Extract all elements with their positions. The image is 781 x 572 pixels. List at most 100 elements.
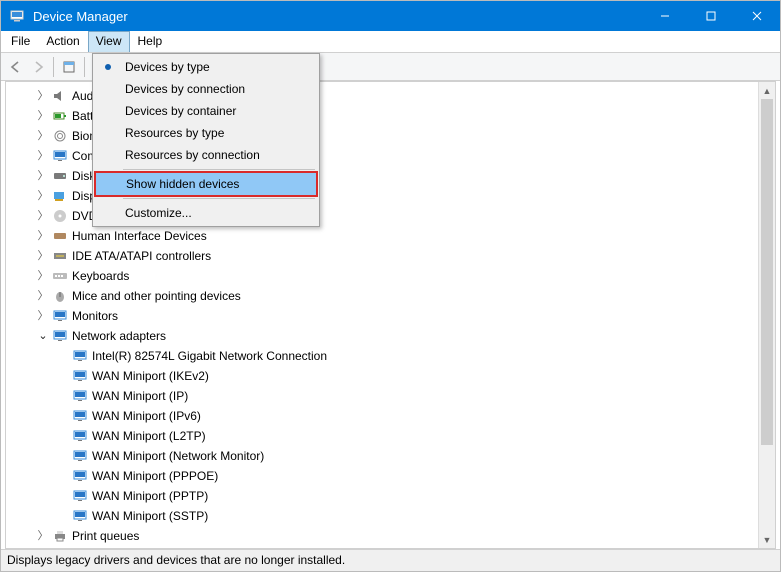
speaker-icon: [52, 88, 68, 104]
network-adapter-icon: [72, 388, 88, 404]
expander-icon[interactable]: 〉: [36, 226, 50, 246]
expander-icon[interactable]: 〉: [36, 106, 50, 126]
network-icon: [52, 328, 68, 344]
scroll-up-button[interactable]: ▲: [759, 82, 775, 99]
tree-label: IDE ATA/ATAPI controllers: [72, 246, 211, 266]
tree-node-ide[interactable]: 〉 IDE ATA/ATAPI controllers: [12, 246, 775, 266]
tree-label: WAN Miniport (SSTP): [92, 506, 208, 526]
expander-icon[interactable]: 〉: [36, 146, 50, 166]
tree-node-network-child[interactable]: ·WAN Miniport (SSTP): [12, 506, 775, 526]
menu-bar: File Action View Help: [1, 31, 780, 53]
tree-node-hid[interactable]: 〉 Human Interface Devices: [12, 226, 775, 246]
menu-item-label: Customize...: [125, 206, 192, 220]
menu-item-label: Devices by type: [125, 60, 210, 74]
tree-node-network-child[interactable]: ·WAN Miniport (PPPOE): [12, 466, 775, 486]
tree-node-network-adapters[interactable]: ⌄ Network adapters: [12, 326, 775, 346]
network-adapter-icon: [72, 408, 88, 424]
menu-help[interactable]: Help: [130, 31, 171, 52]
tree-label: WAN Miniport (IPv6): [92, 406, 201, 426]
tree-node-network-child[interactable]: ·WAN Miniport (IKEv2): [12, 366, 775, 386]
keyboard-icon: [52, 268, 68, 284]
tree-label: Intel(R) 82574L Gigabit Network Connecti…: [92, 346, 327, 366]
tree-node-monitors[interactable]: 〉 Monitors: [12, 306, 775, 326]
expander-icon[interactable]: 〉: [36, 526, 50, 546]
menu-devices-by-type[interactable]: Devices by type: [95, 56, 317, 78]
menu-resources-by-connection[interactable]: Resources by connection: [95, 144, 317, 166]
tree-label: WAN Miniport (IKEv2): [92, 366, 209, 386]
window-title: Device Manager: [33, 9, 642, 24]
tree-label: WAN Miniport (IP): [92, 386, 188, 406]
tree-label: Human Interface Devices: [72, 226, 207, 246]
expander-icon[interactable]: 〉: [36, 166, 50, 186]
menu-item-label: Resources by type: [125, 126, 224, 140]
expander-icon[interactable]: 〉: [36, 286, 50, 306]
toolbar-separator: [84, 57, 85, 77]
disc-icon: [52, 208, 68, 224]
expander-icon[interactable]: 〉: [36, 186, 50, 206]
expander-icon[interactable]: 〉: [36, 206, 50, 226]
tree-node-print-queues[interactable]: 〉 Print queues: [12, 526, 775, 546]
battery-icon: [52, 108, 68, 124]
tree-label: Network adapters: [72, 326, 166, 346]
tree-label: Keyboards: [72, 266, 129, 286]
hid-icon: [52, 228, 68, 244]
tree-node-network-child[interactable]: ·WAN Miniport (L2TP): [12, 426, 775, 446]
scroll-thumb[interactable]: [761, 99, 773, 445]
network-adapter-icon: [72, 468, 88, 484]
tree-node-network-child[interactable]: ·Intel(R) 82574L Gigabit Network Connect…: [12, 346, 775, 366]
window-controls: [642, 1, 780, 31]
controller-icon: [52, 248, 68, 264]
expander-icon[interactable]: 〉: [36, 86, 50, 106]
menu-show-hidden-devices[interactable]: Show hidden devices: [94, 171, 318, 197]
expander-icon[interactable]: 〉: [36, 246, 50, 266]
tree-node-network-child[interactable]: ·WAN Miniport (Network Monitor): [12, 446, 775, 466]
network-adapter-icon: [72, 428, 88, 444]
properties-button[interactable]: [58, 56, 80, 78]
scroll-track[interactable]: [759, 99, 775, 531]
network-adapter-icon: [72, 448, 88, 464]
printer-icon: [52, 528, 68, 544]
menu-action[interactable]: Action: [38, 31, 87, 52]
expander-icon[interactable]: 〉: [36, 306, 50, 326]
selected-indicator-icon: [105, 64, 111, 70]
menu-item-label: Resources by connection: [125, 148, 260, 162]
tree-node-network-child[interactable]: ·WAN Miniport (PPTP): [12, 486, 775, 506]
menu-file[interactable]: File: [3, 31, 38, 52]
tree-label: Monitors: [72, 306, 118, 326]
expander-icon[interactable]: 〉: [36, 126, 50, 146]
tree-label: Print queues: [72, 526, 139, 546]
monitor-icon: [52, 148, 68, 164]
tree-label: WAN Miniport (PPTP): [92, 486, 208, 506]
network-adapter-icon: [72, 508, 88, 524]
network-adapter-icon: [72, 488, 88, 504]
expander-icon[interactable]: 〉: [36, 266, 50, 286]
disk-icon: [52, 168, 68, 184]
network-adapter-icon: [72, 348, 88, 364]
tree-node-keyboards[interactable]: 〉 Keyboards: [12, 266, 775, 286]
close-button[interactable]: [734, 1, 780, 31]
status-bar: Displays legacy drivers and devices that…: [1, 549, 780, 571]
maximize-button[interactable]: [688, 1, 734, 31]
forward-button[interactable]: [27, 56, 49, 78]
scroll-down-button[interactable]: ▼: [759, 531, 775, 548]
menu-separator: [123, 169, 315, 170]
tree-node-network-child[interactable]: ·WAN Miniport (IPv6): [12, 406, 775, 426]
toolbar-separator: [53, 57, 54, 77]
expander-collapse-icon[interactable]: ⌄: [36, 326, 50, 346]
minimize-button[interactable]: [642, 1, 688, 31]
tree-node-network-child[interactable]: ·WAN Miniport (IP): [12, 386, 775, 406]
menu-item-label: Show hidden devices: [126, 177, 239, 191]
title-bar: Device Manager: [1, 1, 780, 31]
vertical-scrollbar[interactable]: ▲ ▼: [758, 82, 775, 548]
menu-separator: [123, 198, 315, 199]
menu-customize[interactable]: Customize...: [95, 202, 317, 224]
back-button[interactable]: [5, 56, 27, 78]
menu-resources-by-type[interactable]: Resources by type: [95, 122, 317, 144]
tree-node-mice[interactable]: 〉 Mice and other pointing devices: [12, 286, 775, 306]
network-adapter-icon: [72, 368, 88, 384]
menu-devices-by-connection[interactable]: Devices by connection: [95, 78, 317, 100]
tree-label: WAN Miniport (PPPOE): [92, 466, 218, 486]
menu-devices-by-container[interactable]: Devices by container: [95, 100, 317, 122]
menu-view[interactable]: View: [88, 31, 130, 52]
tree-label: WAN Miniport (Network Monitor): [92, 446, 264, 466]
